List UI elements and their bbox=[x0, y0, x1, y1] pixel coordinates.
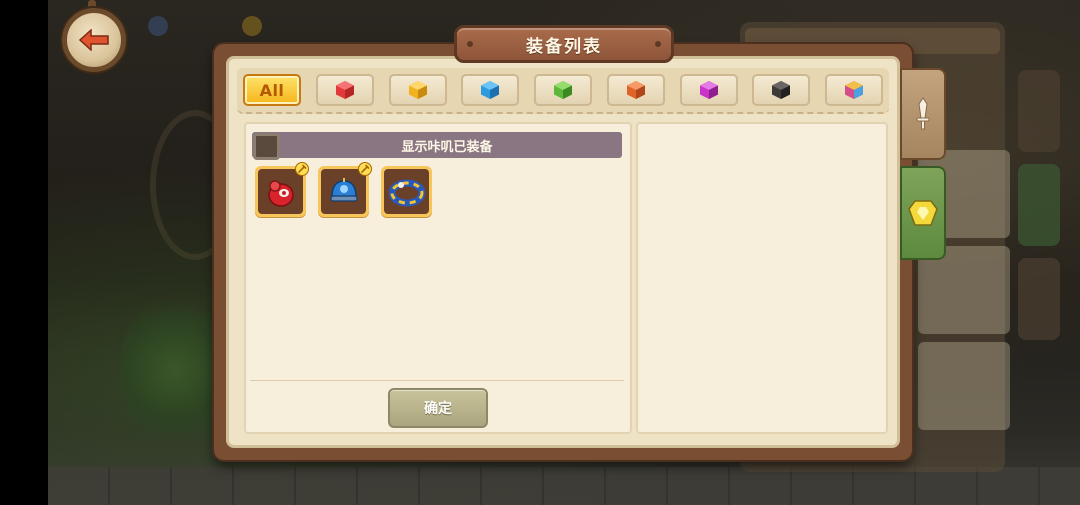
side-tab-weapon[interactable] bbox=[900, 68, 946, 160]
gem-currency bbox=[148, 16, 168, 36]
gold-currency bbox=[242, 16, 262, 36]
modal-title: 装备列表 bbox=[526, 36, 602, 57]
background-side-tab bbox=[1018, 70, 1060, 152]
show-equipped-toggle-row[interactable]: 显示咔叽已装备 bbox=[252, 132, 622, 158]
gold-coin-icon bbox=[242, 16, 262, 36]
confirm-button[interactable]: 确定 bbox=[388, 388, 488, 428]
equipment-detail-panel bbox=[636, 122, 888, 434]
modal-title-plate: 装备列表 bbox=[454, 25, 674, 63]
blue-helmet-icon bbox=[329, 177, 358, 202]
purple-cube-icon bbox=[699, 81, 718, 99]
filter-tab-yellow[interactable] bbox=[388, 74, 447, 106]
yellow-cube-icon bbox=[408, 81, 427, 99]
filter-tab-rainbow[interactable] bbox=[825, 74, 883, 106]
filter-tab-black[interactable] bbox=[752, 74, 811, 106]
background-side-tab bbox=[1018, 258, 1060, 340]
background-side-tab bbox=[1018, 164, 1060, 246]
red-cube-icon bbox=[335, 81, 354, 99]
gem-badge-icon bbox=[908, 200, 938, 226]
equipped-wrench-icon bbox=[358, 162, 372, 176]
red-gauntlet-item[interactable] bbox=[255, 162, 309, 217]
background-card bbox=[918, 342, 1010, 430]
green-cube-icon bbox=[554, 81, 572, 99]
filter-tab-purple[interactable] bbox=[679, 74, 738, 106]
filter-tab-bar: All bbox=[237, 68, 889, 114]
back-arrow-icon bbox=[79, 29, 109, 51]
red-gauntlet-icon bbox=[267, 179, 294, 207]
blue-helmet-item[interactable] bbox=[318, 162, 372, 217]
equipment-item-grid bbox=[255, 162, 432, 217]
black-cube-icon bbox=[772, 81, 791, 99]
filter-tab-green[interactable] bbox=[534, 74, 592, 106]
show-equipped-label: 显示咔叽已装备 bbox=[401, 139, 493, 155]
gem-icon bbox=[148, 16, 168, 36]
sword-icon bbox=[916, 97, 930, 130]
show-equipped-checkbox[interactable] bbox=[253, 133, 280, 160]
rainbow-cube-icon bbox=[845, 81, 863, 99]
background-floor bbox=[48, 467, 1080, 505]
striped-ring-item[interactable] bbox=[381, 166, 432, 217]
item-slot-frame bbox=[384, 169, 429, 214]
filter-tab-blue[interactable] bbox=[461, 74, 520, 106]
confirm-button-label: 确定 bbox=[424, 401, 452, 417]
striped-ring-icon bbox=[388, 179, 425, 206]
filter-tab-all[interactable]: All bbox=[243, 74, 301, 106]
filter-tab-all-label: All bbox=[259, 80, 285, 100]
orange-cube-icon bbox=[626, 81, 645, 99]
back-button[interactable] bbox=[62, 8, 126, 72]
background-side-tabs bbox=[1018, 70, 1060, 352]
panel-divider bbox=[250, 380, 624, 381]
filter-tab-orange[interactable] bbox=[606, 74, 665, 106]
equipped-wrench-icon bbox=[295, 162, 309, 176]
blue-cube-icon bbox=[481, 81, 500, 99]
filter-tab-red[interactable] bbox=[315, 74, 374, 106]
side-tab-equipment[interactable] bbox=[900, 166, 946, 260]
